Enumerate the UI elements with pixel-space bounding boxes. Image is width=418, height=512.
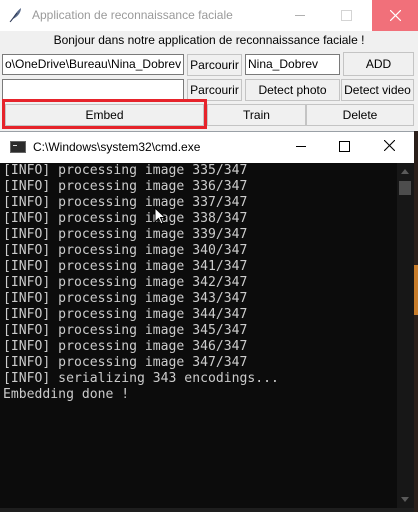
console-line: [INFO] processing image 338/347 [3,211,248,226]
delete-button[interactable]: Delete [306,104,414,126]
console-line: [INFO] processing image 340/347 [3,243,248,258]
close-button[interactable] [372,0,418,31]
cmd-titlebar[interactable]: C:\Windows\system32\cmd.exe [0,131,418,163]
app-titlebar[interactable]: Application de reconnaissance faciale [0,0,418,31]
media-path-input[interactable] [2,79,184,100]
console-line: [INFO] processing image 343/347 [3,291,248,306]
person-name-input[interactable]: Nina_Dobrev [245,54,340,75]
close-icon [390,10,401,21]
console-output[interactable]: [INFO] processing image 335/347 [INFO] pr… [0,163,397,508]
cmd-bottom-edge [0,508,418,512]
console-icon [10,141,26,153]
train-button[interactable]: Train [207,104,306,126]
console-scrollbar[interactable] [397,163,414,508]
cmd-maximize-button[interactable] [339,141,350,152]
console-line: Embedding done ! [3,387,130,402]
console-line: [INFO] processing image 345/347 [3,323,248,338]
cmd-window: C:\Windows\system32\cmd.exe [INFO] proce… [0,131,418,512]
console-line: [INFO] processing image 342/347 [3,275,248,290]
console-line: [INFO] processing image 337/347 [3,195,248,210]
background-window-edge [414,131,418,512]
console-line: [INFO] processing image 336/347 [3,179,248,194]
browse-folder-button[interactable]: Parcourir [187,54,242,76]
scroll-down-icon[interactable] [401,497,409,502]
background-window-accent [414,265,418,315]
console-line: [INFO] serializing 343 encodings... [3,371,279,386]
app-title: Application de reconnaissance faciale [32,8,233,22]
console-line: [INFO] processing image 339/347 [3,227,248,242]
cmd-title: C:\Windows\system32\cmd.exe [33,140,201,154]
cmd-minimize-button[interactable] [296,146,306,147]
detect-video-button[interactable]: Detect video [341,79,414,101]
console-line: [INFO] processing image 341/347 [3,259,248,274]
scroll-thumb[interactable] [399,181,411,195]
console-line: [INFO] processing image 346/347 [3,339,248,354]
console-line: [INFO] processing image 344/347 [3,307,248,322]
maximize-button[interactable] [323,0,369,31]
browse-media-button[interactable]: Parcourir [187,79,242,101]
image-folder-input[interactable]: o\OneDrive\Bureau\Nina_Dobrev [2,54,184,75]
console-lines: [INFO] processing image 335/347 [INFO] pr… [0,163,397,403]
feather-icon [9,8,21,23]
greeting-label: Bonjour dans notre application de reconn… [53,33,365,47]
minimize-button[interactable] [277,0,323,31]
scroll-up-icon[interactable] [401,169,409,174]
add-button[interactable]: ADD [343,52,414,76]
console-line: [INFO] processing image 335/347 [3,163,248,178]
mouse-cursor-icon [154,207,166,225]
console-line: [INFO] processing image 347/347 [3,355,248,370]
cmd-close-icon[interactable] [384,140,395,151]
embed-highlight-box [2,99,207,129]
detect-photo-button[interactable]: Detect photo [245,79,340,101]
